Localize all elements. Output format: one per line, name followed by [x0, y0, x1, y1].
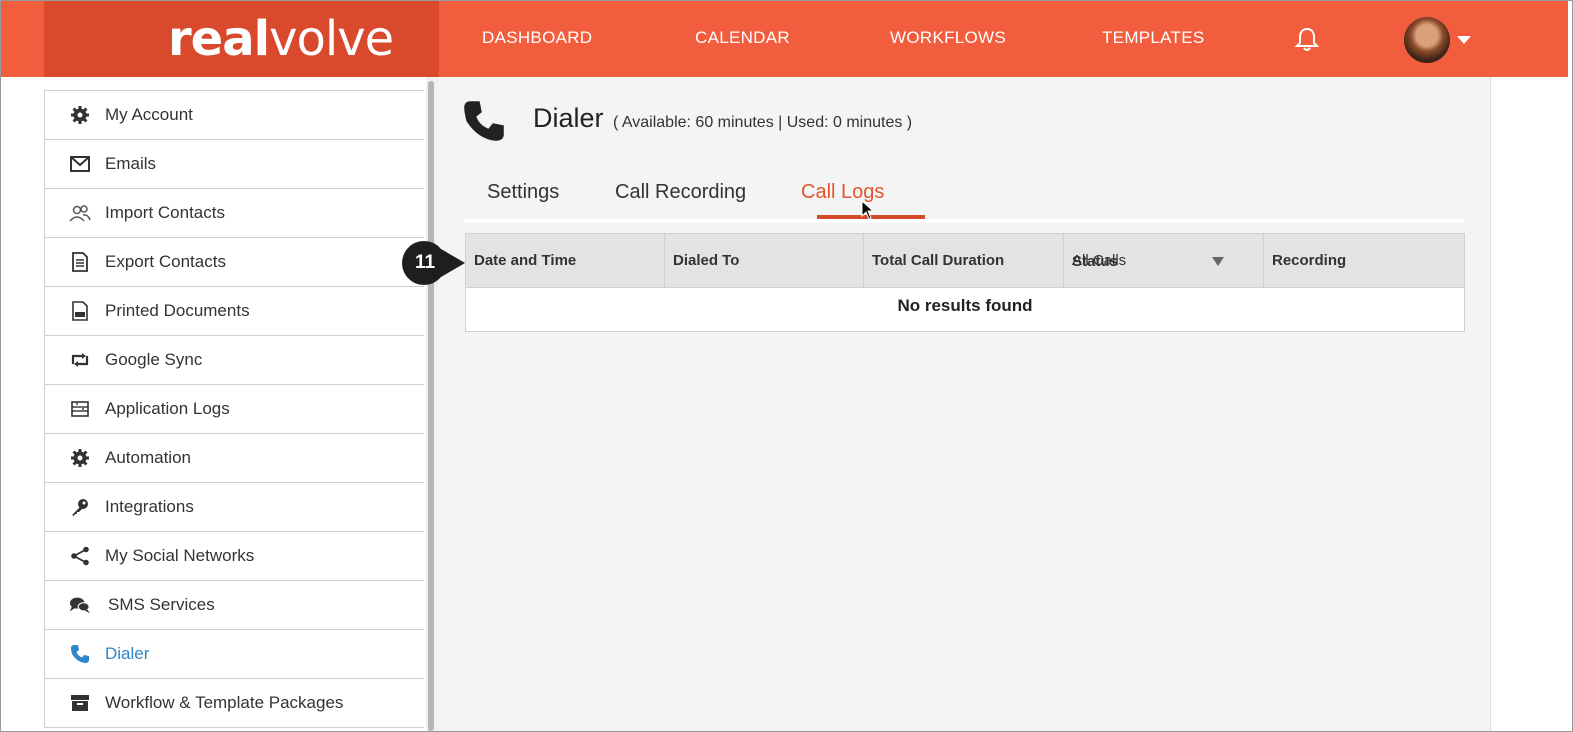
sidebar-item-label: Import Contacts [105, 203, 225, 222]
sidebar-item-export-contacts[interactable]: Export Contacts [44, 238, 424, 287]
column-label: Dialed To [673, 252, 740, 269]
tab-call-recording[interactable]: Call Recording [615, 181, 746, 204]
left-margin [0, 77, 44, 732]
sidebar-item-my-social-networks[interactable]: My Social Networks [44, 532, 424, 581]
top-navbar: realvolve DASHBOARD CALENDAR WORKFLOWS T… [1, 1, 1568, 77]
phone-icon [69, 643, 91, 665]
sidebar-item-workflow-template-packages[interactable]: Workflow & Template Packages [44, 679, 424, 728]
sidebar-item-label: Application Logs [105, 399, 230, 418]
log-icon [69, 398, 91, 420]
sidebar-item-google-sync[interactable]: Google Sync [44, 336, 424, 385]
sidebar-item-label: Dialer [105, 644, 150, 663]
column-status: Status All Calls [1064, 234, 1264, 287]
nav-dashboard[interactable]: DASHBOARD [482, 28, 592, 48]
call-logs-table: Date and Time Dialed To Total Call Durat… [465, 233, 1465, 332]
logo-box[interactable]: realvolve [44, 1, 439, 77]
scrollbar-thumb[interactable] [428, 81, 434, 731]
chat-icon [69, 594, 91, 616]
sidebar-item-label: Emails [105, 154, 157, 173]
nav-calendar[interactable]: CALENDAR [695, 28, 790, 48]
main-content: Dialer ( Available: 60 minutes | Used: 0… [438, 77, 1490, 732]
column-dialed-to[interactable]: Dialed To [665, 234, 864, 287]
archive-icon [69, 692, 91, 714]
sidebar-list: My Account Emails Import Contacts Export… [44, 90, 424, 728]
sync-icon [69, 349, 91, 371]
step-number: 11 [414, 252, 436, 273]
sidebar-item-label: Google Sync [105, 350, 203, 369]
sidebar-item-my-account[interactable]: My Account [44, 91, 424, 140]
settings-sidebar: My Account Emails Import Contacts Export… [44, 77, 426, 732]
sidebar-item-integrations[interactable]: Integrations [44, 483, 424, 532]
user-avatar[interactable] [1404, 17, 1450, 63]
users-icon [69, 202, 91, 224]
chevron-down-icon[interactable] [1457, 36, 1471, 44]
sidebar-item-automation[interactable]: Automation [44, 434, 424, 483]
sidebar-item-label: Export Contacts [105, 252, 226, 271]
bell-icon[interactable] [1293, 25, 1321, 53]
page-title: Dialer [533, 103, 604, 133]
gear-icon [69, 447, 91, 469]
sidebar-item-sms-services[interactable]: SMS Services [44, 581, 424, 630]
phone-icon [462, 99, 506, 143]
mouse-cursor-icon [861, 199, 875, 220]
nav-workflows[interactable]: WORKFLOWS [890, 28, 1006, 48]
sidebar-item-label: Printed Documents [105, 301, 250, 320]
share-icon [69, 545, 91, 567]
column-label: Total Call Duration [872, 252, 1005, 269]
sidebar-item-import-contacts[interactable]: Import Contacts [44, 189, 424, 238]
realvolve-logo[interactable]: realvolve [168, 11, 394, 67]
table-header: Date and Time Dialed To Total Call Durat… [466, 234, 1464, 288]
sidebar-item-emails[interactable]: Emails [44, 140, 424, 189]
minutes-summary: ( Available: 60 minutes | Used: 0 minute… [613, 114, 913, 131]
column-recording[interactable]: Recording [1264, 234, 1464, 287]
tab-settings[interactable]: Settings [487, 181, 559, 204]
sidebar-item-label: SMS Services [108, 595, 215, 614]
sidebar-item-label: Workflow & Template Packages [105, 693, 344, 712]
nav-templates[interactable]: TEMPLATES [1102, 28, 1205, 48]
key-icon [69, 496, 91, 518]
column-date-time[interactable]: Date and Time [466, 234, 665, 287]
sidebar-item-label: My Social Networks [105, 546, 255, 565]
sidebar-scrollbar[interactable] [426, 77, 438, 732]
sidebar-item-application-logs[interactable]: Application Logs [44, 385, 424, 434]
document-icon [69, 251, 91, 273]
logo-bold: real [168, 11, 270, 67]
column-label: Date and Time [474, 252, 577, 269]
dialer-tabs: Settings Call Recording Call Logs [464, 177, 1464, 223]
sidebar-item-label: Automation [105, 448, 191, 467]
logo-light: volve [269, 11, 394, 67]
sidebar-item-printed-documents[interactable]: Printed Documents [44, 287, 424, 336]
sidebar-item-dialer[interactable]: Dialer [44, 630, 424, 679]
envelope-icon [69, 153, 91, 175]
sidebar-item-label: Integrations [105, 497, 194, 516]
column-label: Recording [1272, 252, 1347, 269]
right-margin [1490, 77, 1571, 732]
gear-icon [69, 104, 91, 126]
sidebar-item-label: My Account [105, 105, 193, 124]
chevron-down-icon[interactable] [1212, 257, 1224, 266]
column-total-call-duration[interactable]: Total Call Duration [864, 234, 1064, 287]
status-filter-select[interactable]: All Calls [1072, 252, 1126, 269]
empty-state-message: No results found [897, 296, 1033, 315]
pdf-icon [69, 300, 91, 322]
